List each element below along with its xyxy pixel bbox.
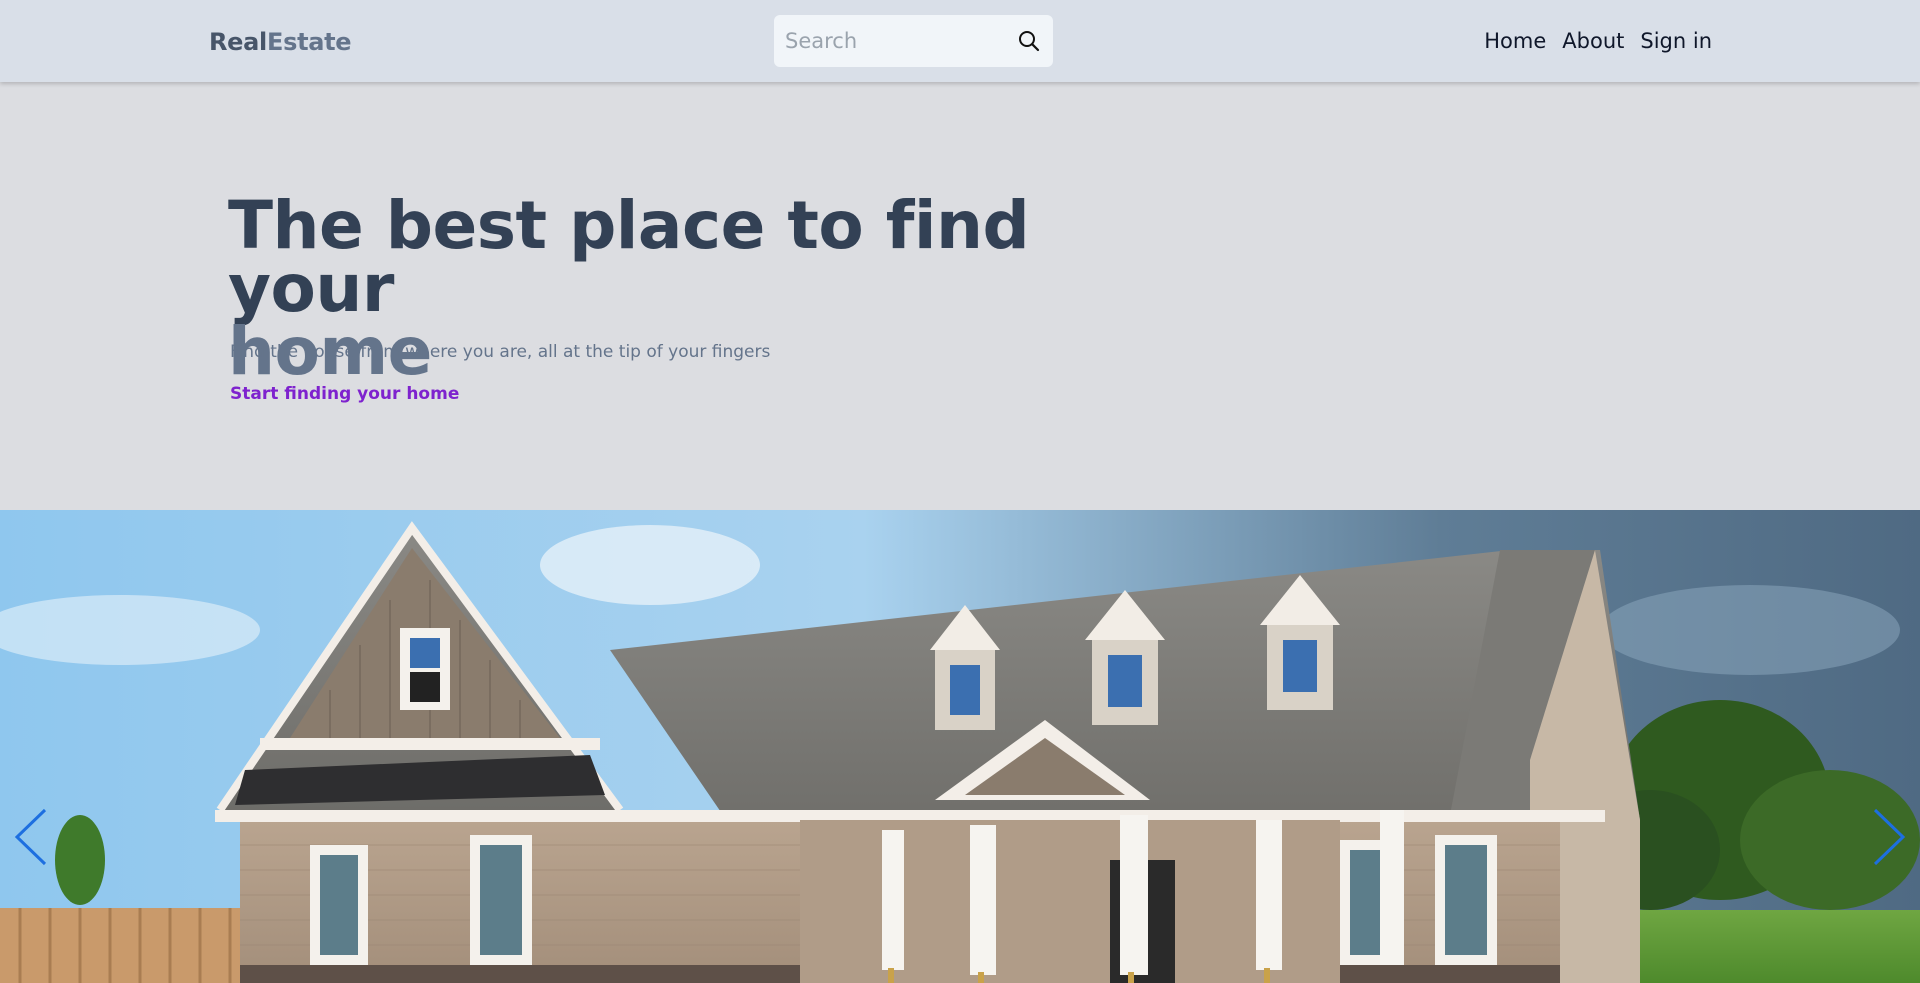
nav-about-link[interactable]: About <box>1562 26 1624 56</box>
image-carousel <box>0 510 1920 983</box>
start-finding-link[interactable]: Start finding your home <box>230 383 459 405</box>
search-icon[interactable] <box>1017 29 1041 53</box>
logo-text-real: Real <box>209 28 267 56</box>
search-box <box>774 15 1053 67</box>
logo-text-estate: Estate <box>266 28 352 56</box>
house-photo <box>0 510 1920 983</box>
hero-section: The best place to find your home Find th… <box>0 82 1920 510</box>
top-navbar: RealEstate Home About Sign in <box>0 0 1920 82</box>
nav-signin-link[interactable]: Sign in <box>1640 26 1712 56</box>
carousel-next-icon[interactable] <box>1868 807 1908 867</box>
hero-subtitle: Find the house from where you are, all a… <box>230 342 771 362</box>
site-logo[interactable]: RealEstate <box>209 27 352 57</box>
main-nav: Home About Sign in <box>1484 26 1712 56</box>
nav-home-link[interactable]: Home <box>1484 26 1546 56</box>
carousel-prev-icon[interactable] <box>12 807 52 867</box>
search-input[interactable] <box>774 21 994 61</box>
hero-title-main: The best place to find your <box>228 187 1030 327</box>
